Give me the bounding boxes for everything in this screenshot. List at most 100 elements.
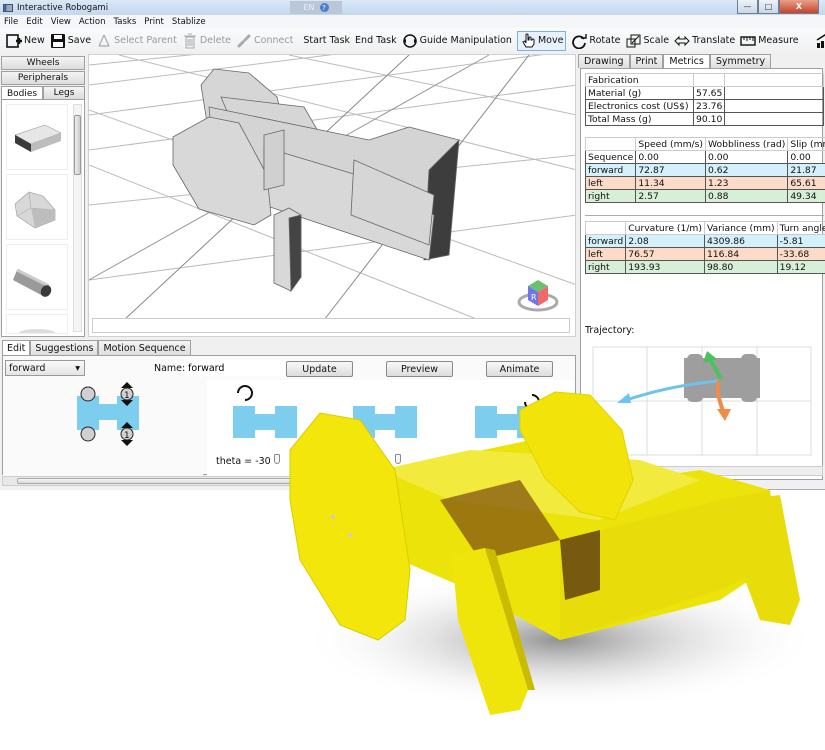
connect-button[interactable]: Connect: [236, 33, 293, 49]
menu-view[interactable]: View: [51, 17, 71, 27]
wheel-handle[interactable]: [80, 386, 96, 402]
theta-slider-thumb[interactable]: [274, 454, 280, 464]
guide-manipulation-button[interactable]: Guide Manipulation: [402, 33, 512, 49]
screw: [331, 515, 335, 519]
menu-edit[interactable]: Edit: [26, 17, 42, 27]
hierarchy-icon: [96, 33, 112, 49]
delete-button[interactable]: Delete: [182, 33, 231, 49]
scrollbar-thumb[interactable]: [74, 115, 81, 175]
language-bar[interactable]: EN ?: [290, 1, 342, 14]
close-button[interactable]: X: [779, 0, 819, 14]
theta-value: -30: [255, 456, 271, 467]
palette-item-cylinder-body[interactable]: [6, 244, 68, 310]
measure-button[interactable]: Measure: [740, 33, 799, 49]
select-parent-button[interactable]: Select Parent: [96, 33, 177, 49]
table-cell: [692, 73, 726, 87]
tab-symmetry[interactable]: Symmetry: [709, 54, 772, 68]
theta-slider-thumb[interactable]: [395, 454, 401, 464]
tab-edit[interactable]: Edit: [2, 340, 31, 355]
row-name: left: [584, 176, 637, 190]
name-label: Name:: [154, 363, 186, 374]
tab-print[interactable]: Print: [629, 54, 664, 68]
translate-button[interactable]: Translate: [674, 33, 735, 49]
link-icon: [236, 33, 252, 49]
gait-select[interactable]: forward ▾: [5, 360, 85, 376]
table-row: Material (g) 57.65: [585, 86, 824, 100]
speed-cell: 0.00: [635, 150, 706, 164]
scrollbar-thumb[interactable]: [17, 478, 557, 484]
tab-metrics[interactable]: Metrics: [663, 54, 710, 68]
palette-scrollbar[interactable]: [73, 104, 82, 332]
variance-cell: 98.80: [703, 260, 778, 274]
scale-button[interactable]: Scale: [626, 33, 669, 49]
start-task-button[interactable]: Start Task: [303, 35, 350, 46]
tab-wheels[interactable]: Wheels: [1, 56, 85, 70]
end-task-button[interactable]: End Task: [355, 35, 397, 46]
table-row-forward: forward 72.87 0.62 21.87: [584, 163, 825, 177]
table-header-row: Speed (mm/s) Wobbliness (rad) Slip (mm): [584, 137, 825, 151]
box-body-icon: [14, 124, 62, 152]
metrics-hscrollbar[interactable]: [580, 466, 823, 476]
save-button[interactable]: Save: [50, 33, 91, 49]
keyframe-1[interactable]: [233, 406, 297, 438]
help-icon[interactable]: ?: [319, 3, 329, 12]
gait-name-input[interactable]: [185, 360, 285, 376]
speed-cell: 2.57: [635, 189, 706, 203]
slip-cell: 0.00: [787, 150, 825, 164]
maximize-button[interactable]: □: [758, 0, 779, 14]
component-palette: Wheels Peripherals Bodies Legs: [0, 54, 86, 338]
row-value: 57.65: [692, 86, 726, 100]
menu-print[interactable]: Print: [144, 17, 164, 27]
menu-action[interactable]: Action: [79, 17, 106, 27]
new-document-icon: [6, 33, 22, 49]
menu-tasks[interactable]: Tasks: [114, 17, 137, 27]
view-cube[interactable]: R: [517, 280, 559, 312]
minimize-button[interactable]: —: [737, 0, 758, 14]
properties-panel: Drawing Print Metrics Symmetry Fabricati…: [578, 54, 825, 482]
gait-editor-hscrollbar[interactable]: [2, 476, 576, 486]
table-cell: [724, 86, 824, 100]
trajectory-svg: [592, 346, 812, 456]
palette-item-box-body[interactable]: [6, 104, 68, 170]
preview-button[interactable]: Preview: [386, 361, 453, 377]
update-button[interactable]: Update: [286, 361, 353, 377]
slip-cell: 21.87: [787, 163, 825, 177]
menu-stablize[interactable]: Stablize: [172, 17, 206, 27]
tab-motion-sequence[interactable]: Motion Sequence: [98, 340, 191, 355]
optimize-button[interactable]: Optimize: [816, 33, 825, 49]
tab-suggestions[interactable]: Suggestions: [30, 340, 99, 355]
column-header: Slip (mm): [787, 137, 825, 151]
language-indicator[interactable]: EN: [303, 3, 314, 12]
3d-scene[interactable]: R: [89, 55, 576, 337]
tab-peripherals[interactable]: Peripherals: [1, 71, 85, 85]
ruler-icon: [740, 33, 756, 49]
animate-button[interactable]: Animate: [486, 361, 553, 377]
new-button[interactable]: New: [6, 33, 45, 49]
slip-cell: 65.61: [787, 176, 825, 190]
tab-legs[interactable]: Legs: [43, 86, 85, 100]
column-header: [584, 137, 637, 151]
theta-readout: theta = -30: [216, 456, 271, 467]
table-row-left: left 76.57 116.84 -33.68: [584, 247, 825, 261]
tab-bodies[interactable]: Bodies: [1, 86, 43, 100]
palette-item-wedge-body[interactable]: [6, 174, 68, 240]
wheel-handle[interactable]: [80, 426, 96, 442]
menu-file[interactable]: File: [4, 17, 18, 27]
table-row: Total Mass (g) 90.10: [585, 112, 824, 126]
move-label: Move: [537, 35, 564, 46]
tab-drawing[interactable]: Drawing: [578, 54, 630, 68]
column-header: Variance (mm): [703, 221, 778, 235]
rotate-button[interactable]: Rotate: [571, 33, 621, 49]
robot-model[interactable]: [172, 68, 460, 293]
end-task-label: End Task: [355, 35, 397, 46]
curvature-cell: 193.93: [625, 260, 705, 274]
turning-table: Curvature (1/m) Variance (mm) Turn angle…: [584, 221, 825, 274]
photo-shadow: [300, 570, 820, 710]
move-button[interactable]: Move: [516, 30, 567, 51]
keyframe-2[interactable]: [353, 406, 417, 438]
palette-item-partial-body[interactable]: [6, 314, 68, 334]
keyframe-3[interactable]: [475, 406, 539, 438]
row-label: Electronics cost (US$): [585, 99, 694, 113]
3d-viewport[interactable]: R: [88, 54, 576, 337]
partial-body-icon: [19, 329, 55, 333]
